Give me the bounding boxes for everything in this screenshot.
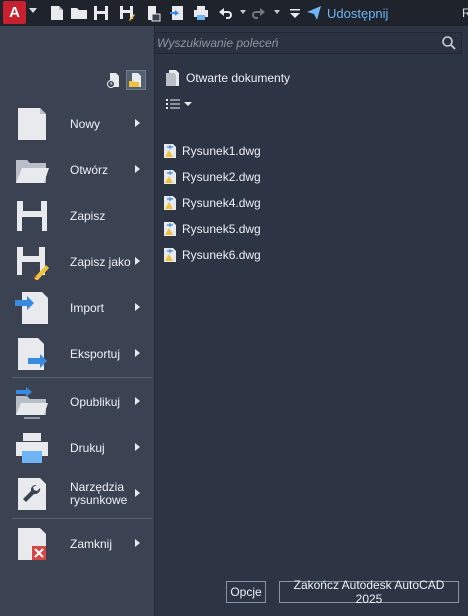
undo-dropdown-icon[interactable] (240, 10, 246, 14)
submenu-arrow-icon (135, 165, 140, 173)
list-item[interactable]: Rysunek6.dwg (162, 242, 261, 268)
open-documents-list: Rysunek1.dwg Rysunek2.dwg Rysunek4.dwg R… (162, 138, 261, 268)
printer-icon (16, 433, 48, 463)
redo-icon[interactable] (250, 4, 268, 22)
menu-item-label: Zamknij (70, 536, 113, 551)
export-icon (18, 338, 47, 370)
submenu-arrow-icon (135, 257, 140, 265)
menu-item-label: Import (70, 300, 105, 315)
import-icon (15, 292, 48, 324)
command-search-input[interactable] (155, 33, 461, 53)
menu-item-label: Zapisz (70, 208, 106, 223)
dwg-file-icon (164, 196, 176, 210)
list-item[interactable]: Rysunek1.dwg (162, 138, 261, 164)
dwg-file-icon (164, 144, 176, 158)
undo-icon[interactable] (216, 4, 234, 22)
customize-icon[interactable] (286, 4, 304, 22)
redo-dropdown-icon[interactable] (274, 10, 280, 14)
recent-open-toggle (104, 70, 146, 90)
submenu-arrow-icon (135, 397, 140, 405)
exit-autocad-button[interactable]: Zakończ Autodesk AutoCAD 2025 (279, 578, 459, 606)
submenu-arrow-icon (135, 119, 140, 127)
menu-item-new[interactable]: Nowy (10, 102, 152, 146)
menu-item-close[interactable]: Zamknij (10, 522, 152, 566)
wrench-icon (18, 478, 46, 510)
dwg-file-icon (164, 222, 176, 236)
share-label: Udostępnij (327, 5, 389, 21)
list-item[interactable]: Rysunek5.dwg (162, 216, 261, 242)
menu-item-label: Eksportuj (70, 346, 121, 361)
menu-item-drawing-utilities[interactable]: Narzędzia rysunkowe (10, 472, 152, 516)
share-icon (307, 6, 321, 20)
menu-item-publish[interactable]: Opublikuj (10, 380, 152, 424)
open-documents-header: Otwarte dokumenty (166, 70, 290, 86)
menu-item-label: Nowy (70, 116, 101, 131)
menu-item-label: Drukuj (70, 440, 105, 455)
open-folder-icon (16, 160, 49, 183)
open-documents-button[interactable] (126, 70, 146, 90)
list-view-icon (166, 99, 180, 109)
submenu-arrow-icon (135, 349, 140, 357)
close-document-icon (18, 528, 46, 560)
menu-item-label: Zapisz jako (70, 254, 131, 269)
file-name: Rysunek2.dwg (182, 170, 261, 184)
menu-divider (12, 377, 152, 378)
open-documents-title: Otwarte dokumenty (186, 71, 291, 85)
publish-icon (16, 387, 48, 419)
menu-item-export[interactable]: Eksportuj (10, 332, 152, 376)
file-name: Rysunek6.dwg (182, 248, 261, 262)
document-stack-icon (166, 70, 179, 86)
autocad-app-menu: A Udostępnij R Wyszukiwanie poleceń Nowy… (0, 0, 468, 616)
documents-column (154, 26, 468, 616)
save-icon[interactable] (92, 4, 110, 22)
app-menu-caret-icon[interactable] (29, 8, 37, 13)
plot-icon[interactable] (192, 4, 210, 22)
new-icon[interactable] (48, 4, 66, 22)
open-web-icon[interactable] (144, 4, 162, 22)
truncated-edge-glyph: R (462, 6, 468, 20)
quick-access-toolbar: A Udostępnij R (0, 0, 468, 26)
menu-item-label: Opublikuj (70, 394, 121, 409)
menu-item-label-line1: Narzędzia (70, 480, 125, 494)
submenu-arrow-icon (135, 489, 140, 497)
recent-documents-icon (107, 73, 119, 88)
menu-item-label: Otwórz (70, 162, 109, 177)
share-button[interactable]: Udostępnij (306, 4, 388, 22)
menu-item-import[interactable]: Import (10, 286, 152, 330)
submenu-arrow-icon (135, 303, 140, 311)
menu-item-save-as[interactable]: Zapisz jako (10, 240, 152, 284)
dwg-file-icon (164, 170, 176, 184)
file-name: Rysunek1.dwg (182, 144, 261, 158)
list-item[interactable]: Rysunek2.dwg (162, 164, 261, 190)
list-item[interactable]: Rysunek4.dwg (162, 190, 261, 216)
menu-item-save[interactable]: Zapisz (10, 194, 152, 238)
new-document-icon (18, 108, 46, 140)
options-button[interactable]: Opcje (226, 581, 266, 603)
open-icon[interactable] (70, 4, 88, 22)
search-icon[interactable] (441, 35, 457, 51)
application-button[interactable]: A (3, 1, 26, 24)
menu-item-label: Narzędzia rysunkowe (70, 481, 127, 507)
menu-item-print[interactable]: Drukuj (10, 426, 152, 470)
save-disk-icon (17, 201, 47, 231)
menu-item-label-line2: rysunkowe (70, 493, 128, 507)
application-menu-panel: Nowy Otwórz Zapisz Zapisz jako Import Ek… (0, 26, 468, 616)
file-name: Rysunek5.dwg (182, 222, 261, 236)
save-web-icon[interactable] (168, 4, 186, 22)
chevron-down-icon (184, 102, 192, 106)
command-search-box (154, 32, 462, 54)
submenu-arrow-icon (135, 443, 140, 451)
submenu-arrow-icon (135, 539, 140, 547)
recent-documents-button[interactable] (104, 70, 124, 90)
open-documents-icon (129, 73, 141, 87)
view-options-button[interactable] (166, 98, 192, 110)
dwg-file-icon (164, 248, 176, 262)
menu-divider (12, 518, 152, 519)
save-as-disk-icon (17, 247, 49, 280)
menu-item-open[interactable]: Otwórz (10, 148, 152, 192)
file-name: Rysunek4.dwg (182, 196, 261, 210)
save-as-icon[interactable] (118, 4, 136, 22)
